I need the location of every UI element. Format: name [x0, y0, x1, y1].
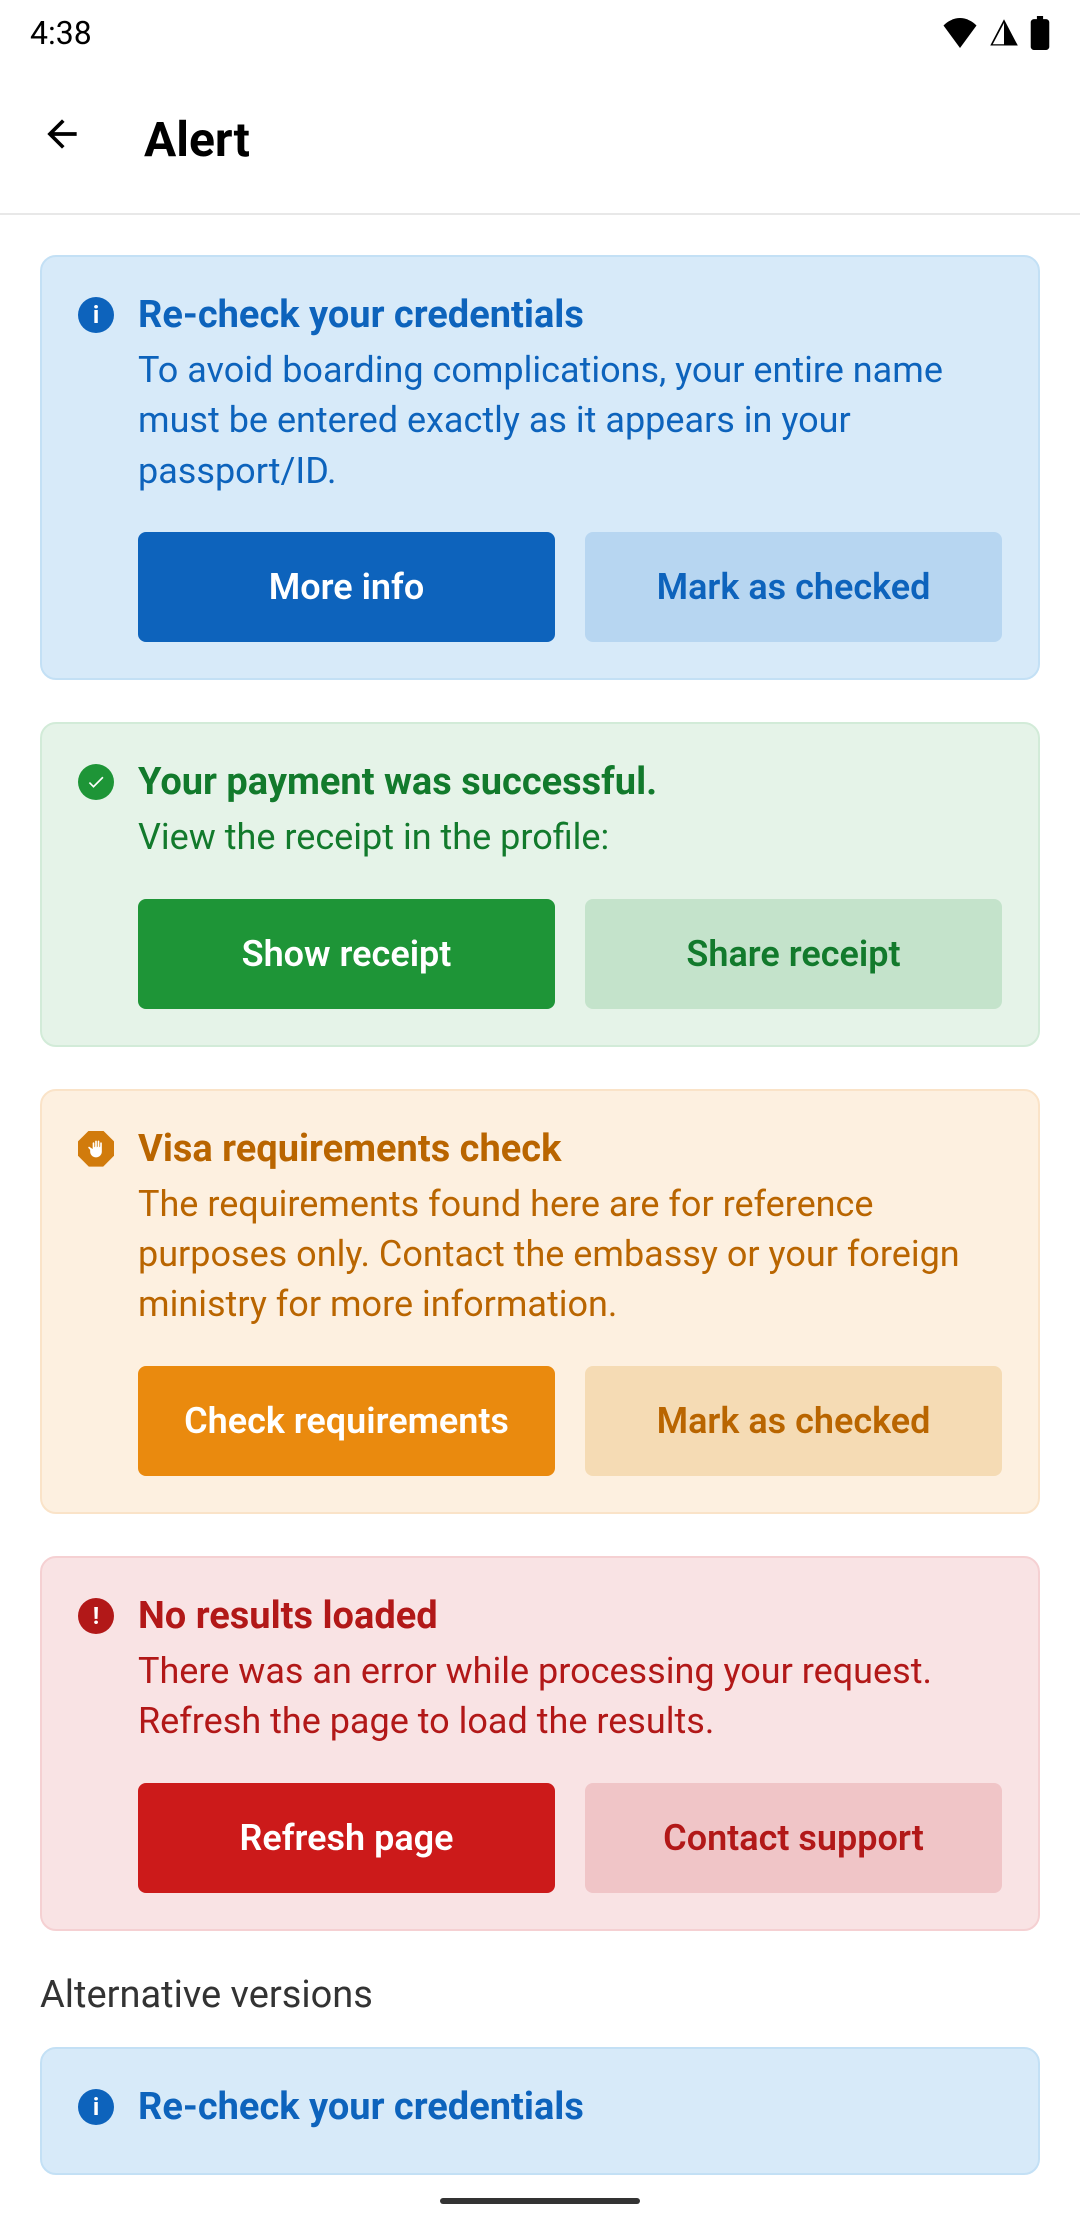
check-icon — [78, 764, 114, 800]
alert-title: No results loaded — [138, 1594, 1002, 1638]
app-header: Alert — [0, 65, 1080, 215]
hand-icon — [78, 1131, 114, 1167]
share-receipt-button[interactable]: Share receipt — [585, 899, 1002, 1009]
info-icon: i — [78, 2089, 114, 2125]
alert-text: There was an error while processing your… — [138, 1646, 1002, 1747]
check-requirements-button[interactable]: Check requirements — [138, 1366, 555, 1476]
status-bar: 4:38 — [0, 0, 1080, 65]
signal-icon — [988, 18, 1020, 48]
alert-title: Your payment was successful. — [138, 760, 1002, 804]
back-button[interactable] — [40, 111, 84, 168]
error-icon: ! — [78, 1598, 114, 1634]
arrow-left-icon — [40, 112, 84, 156]
alert-warning-card: Visa requirements check The requirements… — [40, 1089, 1040, 1514]
more-info-button[interactable]: More info — [138, 532, 555, 642]
alert-text: To avoid boarding complications, your en… — [138, 345, 1002, 496]
status-time: 4:38 — [30, 14, 92, 52]
alert-error-card: ! No results loaded There was an error w… — [40, 1556, 1040, 1931]
show-receipt-button[interactable]: Show receipt — [138, 899, 555, 1009]
mark-checked-button[interactable]: Mark as checked — [585, 1366, 1002, 1476]
alert-text: The requirements found here are for refe… — [138, 1179, 1002, 1330]
info-icon: i — [78, 297, 114, 333]
content-area: i Re-check your credentials To avoid boa… — [0, 215, 1080, 2215]
refresh-page-button[interactable]: Refresh page — [138, 1783, 555, 1893]
battery-icon — [1030, 16, 1050, 50]
nav-home-indicator[interactable] — [440, 2198, 640, 2204]
section-label: Alternative versions — [40, 1973, 1040, 2017]
alert-success-card: Your payment was successful. View the re… — [40, 722, 1040, 1046]
mark-checked-button[interactable]: Mark as checked — [585, 532, 1002, 642]
status-icons — [942, 16, 1050, 50]
alert-title: Re-check your credentials — [138, 2085, 1002, 2129]
alert-title: Re-check your credentials — [138, 293, 1002, 337]
alert-text: View the receipt in the profile: — [138, 812, 1002, 862]
contact-support-button[interactable]: Contact support — [585, 1783, 1002, 1893]
alert-title: Visa requirements check — [138, 1127, 1002, 1171]
alert-info-card-alt: i Re-check your credentials — [40, 2047, 1040, 2175]
alert-info-card: i Re-check your credentials To avoid boa… — [40, 255, 1040, 680]
wifi-icon — [942, 18, 978, 48]
page-title: Alert — [144, 111, 250, 168]
